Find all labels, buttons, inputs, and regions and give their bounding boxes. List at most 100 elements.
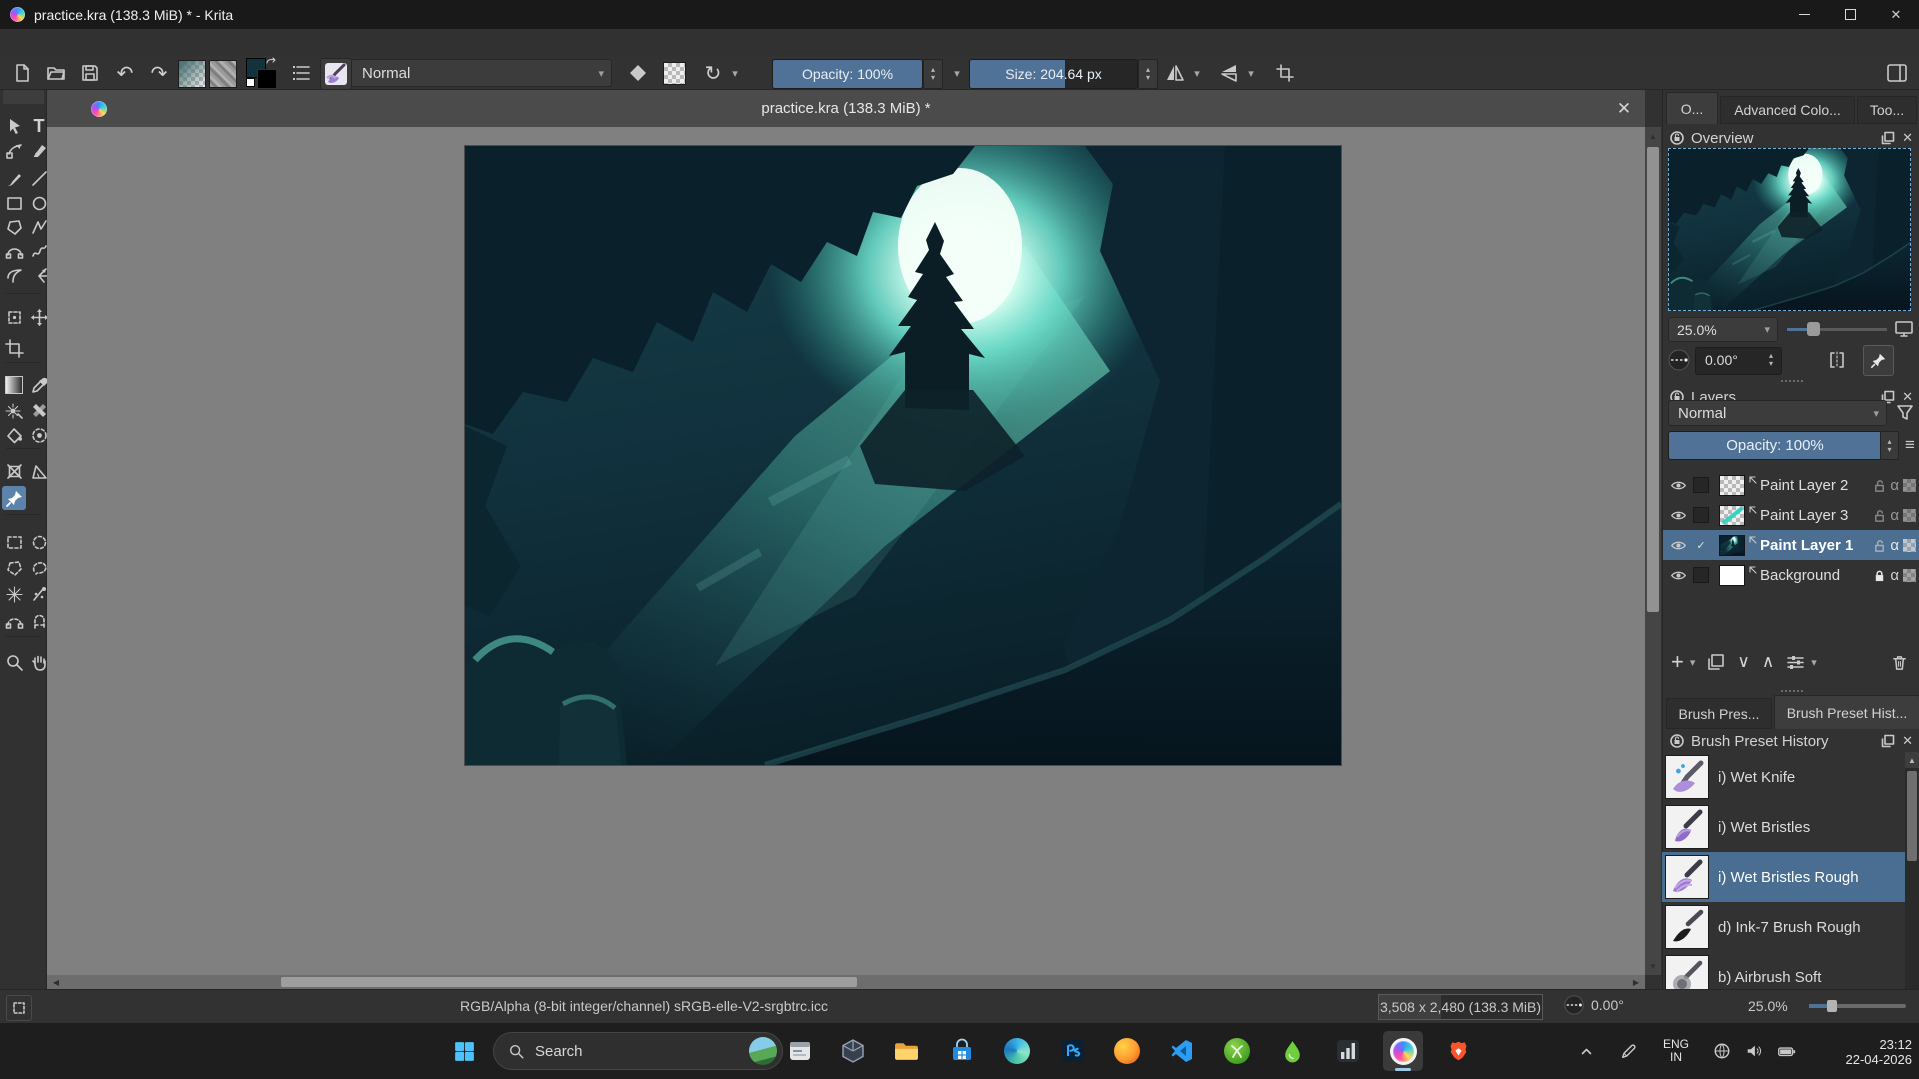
memory-usage-widget[interactable]: 3,508 x 2,480 (138.3 MiB) xyxy=(1378,994,1543,1020)
close-button[interactable]: ✕ xyxy=(1873,0,1919,29)
colorspace-status[interactable]: RGB/Alpha (8-bit integer/channel) sRGB-e… xyxy=(460,998,828,1014)
float-docker-icon[interactable] xyxy=(1881,734,1895,748)
layer-thumbnail[interactable] xyxy=(1719,535,1745,556)
layer-options-menu[interactable]: ≡ xyxy=(1901,431,1919,458)
choose-workspace-button[interactable] xyxy=(1884,60,1910,86)
taskbar-edge-icon[interactable] xyxy=(997,1031,1037,1071)
layer-opacity-slider[interactable]: Opacity: 100% xyxy=(1668,431,1882,460)
zoom-slider[interactable] xyxy=(1809,1004,1906,1008)
float-docker-icon[interactable] xyxy=(1881,131,1895,145)
search-box[interactable]: Search xyxy=(493,1032,783,1070)
move-layer-up-button[interactable]: ∧ xyxy=(1762,652,1774,672)
size-spinner[interactable]: ▴▾ xyxy=(1138,59,1158,89)
layer-checkbox[interactable] xyxy=(1693,507,1709,523)
minimize-button[interactable] xyxy=(1781,0,1827,29)
undo-button[interactable]: ↶ xyxy=(112,60,138,86)
taskbar-microsoft-store-icon[interactable] xyxy=(942,1031,982,1071)
alpha-lock-icon[interactable]: α xyxy=(1890,477,1899,494)
taskbar-xbox-icon[interactable] xyxy=(1217,1031,1257,1071)
vertical-scroll-thumb[interactable] xyxy=(1647,147,1659,612)
language-indicator[interactable]: ENG IN xyxy=(1656,1038,1696,1064)
maximize-button[interactable] xyxy=(1827,0,1873,29)
tab-overview[interactable]: O... xyxy=(1666,92,1718,124)
tool-similar-color-selection[interactable] xyxy=(2,582,26,606)
tool-polygonal-selection[interactable] xyxy=(2,556,26,580)
scroll-left-arrow[interactable]: ◀ xyxy=(49,975,63,989)
tool-freehand-brush[interactable] xyxy=(2,166,26,190)
inherit-alpha-icon[interactable] xyxy=(1903,569,1916,582)
taskbar-firefox-icon[interactable] xyxy=(1107,1031,1147,1071)
taskbar-chart-app-icon[interactable] xyxy=(1328,1031,1368,1071)
taskbar-brave-icon[interactable] xyxy=(1438,1031,1478,1071)
visibility-toggle[interactable] xyxy=(1663,507,1693,524)
tool-reference-images[interactable] xyxy=(2,486,26,510)
opacity-slider[interactable]: Opacity: 100% xyxy=(772,59,923,89)
tray-hidden-icons-button[interactable] xyxy=(1572,1037,1600,1065)
rotation-dial[interactable] xyxy=(1666,347,1692,373)
mirror-vertical-options[interactable]: ▾ xyxy=(1244,60,1258,86)
redo-button[interactable]: ↷ xyxy=(146,60,172,86)
tool-polygon[interactable] xyxy=(2,215,26,239)
docker-splitter[interactable] xyxy=(1781,380,1803,382)
zoom-slider-handle[interactable] xyxy=(1827,1000,1837,1012)
properties-dropdown[interactable]: ▾ xyxy=(1811,656,1817,669)
tool-select-shapes[interactable] xyxy=(2,114,26,138)
layer-checkbox[interactable]: ✓ xyxy=(1693,537,1709,553)
overview-thumbnail[interactable] xyxy=(1668,148,1911,311)
inherit-alpha-icon[interactable] xyxy=(1903,509,1916,522)
layer-thumbnail[interactable] xyxy=(1719,505,1745,526)
brush-preset-wet-bristles[interactable]: i) Wet Bristles xyxy=(1662,802,1905,852)
brush-list-scrollbar[interactable]: ▲ xyxy=(1905,752,1919,989)
layer-filter-button[interactable] xyxy=(1893,400,1917,426)
close-document-button[interactable]: ✕ xyxy=(1612,90,1636,127)
visibility-toggle[interactable] xyxy=(1663,567,1693,584)
alpha-lock-icon[interactable]: α xyxy=(1890,507,1899,524)
add-layer-button[interactable]: + xyxy=(1671,649,1684,675)
inherit-alpha-icon[interactable] xyxy=(1903,539,1916,552)
clock[interactable]: 23:12 22-04-2026 xyxy=(1832,1037,1912,1067)
tool-gradient[interactable] xyxy=(2,373,26,397)
tool-colorize-mask[interactable] xyxy=(2,398,26,422)
overview-zoom-dropdown[interactable]: 25.0%▾ xyxy=(1668,317,1778,342)
start-button[interactable] xyxy=(444,1031,484,1071)
canvas-mirror-button[interactable] xyxy=(1823,347,1851,373)
layer-checkbox[interactable] xyxy=(1693,477,1709,493)
brush-history-docker-header[interactable]: Brush Preset History ✕ xyxy=(1670,731,1913,751)
tab-brush-preset-history[interactable]: Brush Preset Hist... xyxy=(1774,695,1919,729)
close-docker-icon[interactable]: ✕ xyxy=(1902,733,1913,749)
horizontal-scrollbar[interactable]: ◀ ▶ xyxy=(47,975,1645,989)
scroll-up-arrow[interactable]: ▲ xyxy=(1645,129,1661,143)
taskbar-cube-app-icon[interactable] xyxy=(833,1031,873,1071)
duplicate-layer-button[interactable] xyxy=(1707,653,1725,671)
mirror-horizontal-button[interactable] xyxy=(1162,60,1188,86)
gradient-chooser[interactable] xyxy=(178,60,206,88)
tool-crop[interactable] xyxy=(2,336,26,360)
tool-bezier-curve[interactable] xyxy=(2,239,26,263)
blending-mode-dropdown[interactable]: Normal ▾ xyxy=(351,59,612,87)
new-document-button[interactable] xyxy=(9,60,35,86)
taskbar-green-drop-app-icon[interactable] xyxy=(1272,1031,1312,1071)
rotation-spinner[interactable]: ▴▾ xyxy=(1763,350,1779,370)
layer-thumbnail[interactable] xyxy=(1719,475,1745,496)
brush-preset-ink7-brush-rough[interactable]: d) Ink-7 Brush Rough xyxy=(1662,902,1905,952)
overview-zoom-slider[interactable] xyxy=(1787,328,1887,331)
docker-splitter[interactable] xyxy=(1781,690,1803,692)
lock-open-icon[interactable] xyxy=(1873,479,1886,492)
canvas-viewport[interactable] xyxy=(47,127,1645,975)
tool-fill[interactable] xyxy=(2,423,26,447)
tool-bezier-selection[interactable] xyxy=(2,609,26,633)
vertical-scrollbar[interactable]: ▲ ▼ xyxy=(1645,127,1661,975)
tray-battery-button[interactable] xyxy=(1772,1037,1800,1065)
alpha-lock-icon[interactable]: α xyxy=(1890,567,1899,584)
delete-layer-button[interactable] xyxy=(1891,654,1908,671)
layer-row-paint-layer-1[interactable]: ✓ Paint Layer 1 α xyxy=(1663,530,1919,560)
overview-fit-page-button[interactable] xyxy=(1891,316,1917,342)
tool-dynamic-brush[interactable] xyxy=(2,263,26,287)
canvas-rotation-status[interactable]: 0.00° xyxy=(1563,994,1624,1016)
brush-preset-wet-knife[interactable]: i) Wet Knife xyxy=(1662,752,1905,802)
layer-checkbox[interactable] xyxy=(1693,567,1709,583)
visibility-toggle[interactable] xyxy=(1663,477,1693,494)
tool-assistants[interactable] xyxy=(2,459,26,483)
close-docker-icon[interactable]: ✕ xyxy=(1902,130,1913,146)
tray-volume-button[interactable] xyxy=(1740,1037,1768,1065)
